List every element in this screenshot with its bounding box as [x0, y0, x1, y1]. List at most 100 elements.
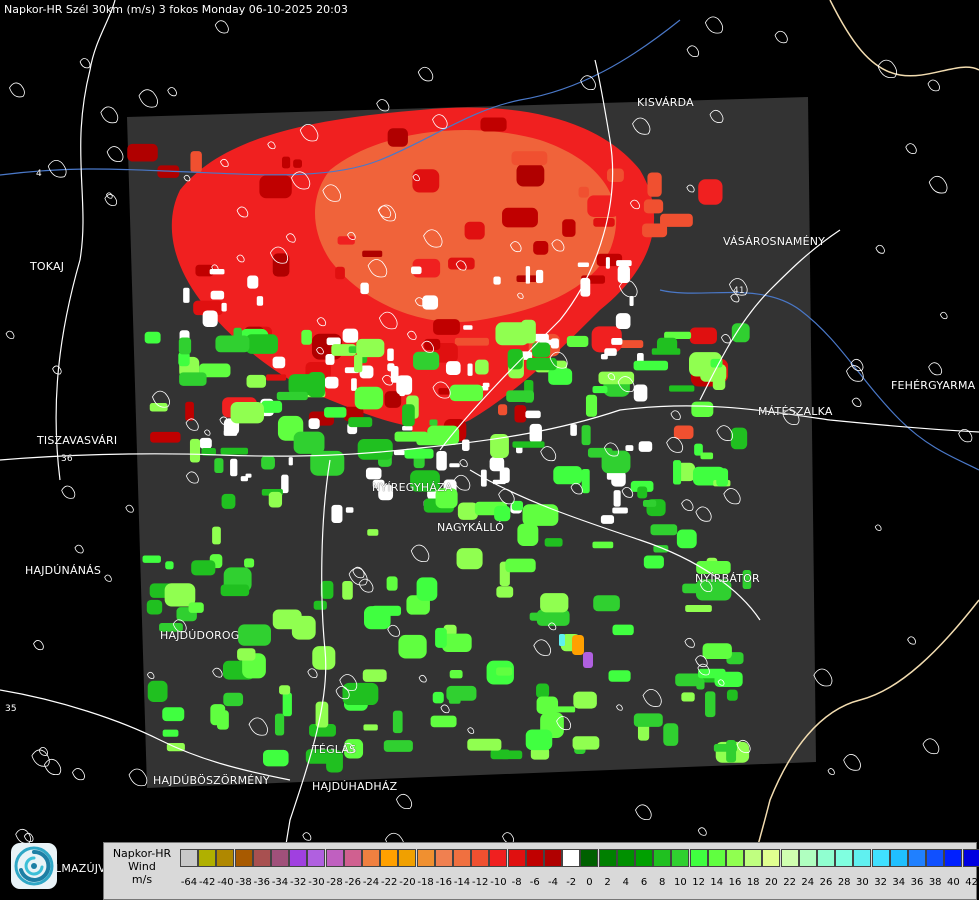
legend-swatch [817, 849, 835, 867]
road-number-label: 35 [5, 704, 17, 714]
radar-echo-red [698, 179, 723, 205]
radar-echo-green [404, 448, 434, 459]
radar-echo-green [147, 680, 168, 703]
radar-echo-green [144, 331, 161, 344]
legend-swatch [289, 849, 308, 867]
radar-echo-red [593, 217, 615, 227]
radar-echo-green [214, 458, 224, 474]
radar-echo-green [633, 360, 669, 371]
radar-echo-red [502, 207, 538, 228]
radar-echo-green [456, 548, 483, 570]
legend-swatch [908, 849, 926, 867]
legend-swatch [198, 849, 217, 867]
radar-echo-white [422, 295, 439, 310]
radar-echo-white [616, 260, 632, 267]
radar-echo-green [612, 624, 634, 636]
radar-echo-green [566, 335, 589, 347]
radar-echo-cyan [559, 634, 565, 646]
radar-echo-white [445, 361, 461, 375]
radar-echo-red [293, 159, 303, 168]
radar-echo-green [383, 740, 413, 752]
radar-echo-white [600, 515, 615, 524]
legend-swatch [889, 849, 908, 867]
legend-swatch [453, 849, 471, 867]
radar-echo-green [276, 391, 308, 401]
radar-echo-green [342, 682, 379, 706]
radar-echo-white [345, 507, 354, 513]
napkor-logo [11, 843, 57, 889]
radar-echo-red [127, 143, 158, 162]
radar-echo-green [525, 729, 553, 751]
radar-echo-red [387, 128, 408, 147]
radar-echo-green [367, 529, 379, 536]
radar-echo-green [581, 425, 591, 446]
radar-echo-green [651, 348, 681, 355]
city-label-vasarosnameny: VÁSÁROSNAMÉNY [723, 235, 826, 248]
radar-echo-white [449, 463, 460, 468]
legend-swatch [325, 849, 344, 867]
radar-echo-green [581, 468, 590, 494]
radar-echo-green [548, 368, 573, 385]
radar-echo-white [613, 490, 621, 507]
radar-echo-white [247, 275, 259, 289]
radar-echo-green [496, 667, 513, 676]
legend-swatch [871, 849, 890, 867]
radar-echo-green [386, 576, 398, 591]
radar-echo-green [713, 744, 737, 752]
legend-swatch [416, 849, 435, 867]
radar-echo-red [643, 199, 664, 214]
city-label-hajdudorog: HAJDÚDOROG [160, 629, 240, 642]
radar-echo-red [562, 219, 576, 237]
radar-echo-green [312, 646, 336, 670]
radar-echo-green [522, 504, 559, 526]
radar-echo-green [291, 615, 316, 640]
radar-echo-green [293, 431, 325, 454]
radar-echo-green [681, 692, 695, 702]
radar-echo-green [592, 541, 614, 549]
radar-echo-white [245, 473, 252, 478]
legend-swatch [489, 849, 508, 867]
radar-echo-green [446, 685, 477, 701]
radar-echo-white [199, 437, 212, 449]
radar-map [0, 0, 979, 900]
radar-echo-green [449, 384, 484, 402]
radar-echo-green [215, 335, 250, 353]
legend-swatch [780, 849, 799, 867]
radar-echo-green [245, 334, 278, 354]
radar-echo-green [261, 400, 283, 413]
legend-swatch [762, 849, 781, 867]
radar-echo-green [244, 558, 255, 568]
radar-echo-white [365, 467, 382, 480]
radar-echo-white [525, 410, 541, 419]
radar-echo-green [449, 669, 463, 679]
radar-echo-green [512, 441, 545, 448]
radar-echo-green [162, 729, 179, 737]
radar-echo-white [411, 266, 422, 275]
wind-legend: Napkor-HR Wind m/s -64 -42 -40 -38 -36 -34 -32… [103, 842, 979, 900]
radar-echo-red [266, 374, 287, 381]
radar-echo-green [500, 750, 523, 760]
radar-echo-white [387, 363, 395, 372]
radar-echo-white [272, 356, 286, 369]
radar-echo-green [274, 713, 285, 736]
radar-echo-green [230, 402, 264, 424]
legend-swatch [798, 849, 817, 867]
radar-echo-white [351, 378, 357, 391]
radar-echo-green [320, 580, 334, 599]
radar-echo-red [647, 172, 662, 197]
city-label-hajdunanas: HAJDÚNÁNÁS [25, 564, 102, 577]
radar-echo-white [525, 266, 531, 284]
legend-title-line: m/s [131, 873, 153, 886]
radar-echo-green [467, 738, 502, 751]
city-label-tiszavasvari: TISZAVASVÁRI [37, 434, 118, 447]
radar-echo-green [730, 427, 748, 450]
legend-swatch [671, 849, 690, 867]
city-label-fehergyarmat: FEHÉRGYARMA [891, 379, 976, 392]
radar-echo-green [572, 736, 600, 750]
city-label-kisvarda: KISVÁRDA [637, 96, 694, 109]
radar-echo-green [246, 374, 267, 388]
radar-echo-green [553, 466, 583, 485]
radar-echo-green [357, 439, 393, 460]
radar-echo-white [360, 282, 369, 295]
radar-echo-white [467, 363, 473, 376]
